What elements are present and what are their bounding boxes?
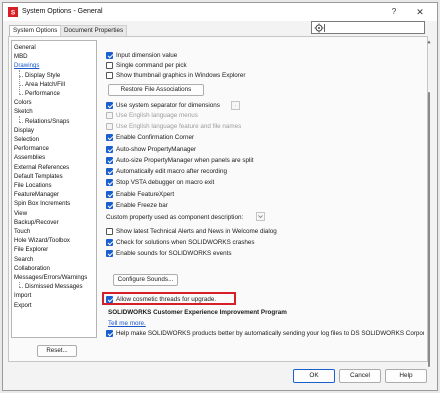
tree-item[interactable]: Spin Box Increments [14,199,70,208]
checkbox[interactable] [106,168,113,175]
checkbox[interactable] [106,102,113,109]
search-input[interactable] [327,23,422,32]
tree-item[interactable]: Relations/Snaps [25,117,69,126]
help-icon[interactable]: ? [387,6,401,18]
tree-item[interactable]: Display Style [25,71,60,80]
tree-item[interactable]: Selection [14,135,39,144]
checkbox[interactable] [106,157,113,164]
options-tree: General MBD Drawings Display Style Area Hatc… [11,40,97,338]
tree-connector [19,282,20,288]
checkbox[interactable] [106,191,113,198]
close-icon[interactable]: ✕ [413,6,427,18]
tree-item[interactable]: Collaboration [14,264,50,273]
reset-button[interactable]: Reset... [37,345,77,357]
help-button[interactable]: Help [385,369,427,383]
checkbox[interactable] [106,62,113,69]
ceip-heading: SOLIDWORKS Customer Experience Improveme… [108,309,287,316]
tree-item[interactable]: Drawings [14,61,39,70]
tree-connector [19,121,23,123]
tree-connector [19,116,20,122]
tree-connector [19,287,23,289]
checkbox[interactable] [106,72,113,79]
content-scrollbar[interactable] [427,40,431,367]
tab-system-options[interactable]: System Options [9,25,62,36]
tree-item[interactable]: Sketch [14,107,33,116]
tree-item[interactable]: Backup/Recover [14,218,59,227]
search-caret [324,24,325,32]
restore-file-associations-button[interactable]: Restore File Associations [108,84,204,96]
ok-button[interactable]: OK [293,369,335,383]
checkbox[interactable] [106,52,113,59]
tree-item[interactable]: Colors [14,98,32,107]
checkbox[interactable] [106,179,113,186]
tree-item[interactable]: General [14,43,36,52]
gear-icon[interactable] [314,23,324,33]
tree-item[interactable]: Area Hatch/Fill [25,80,65,89]
separator-input: . [231,101,240,110]
tree-item[interactable]: Performance [25,89,60,98]
tree-item[interactable]: Import [14,291,31,300]
tree-item[interactable]: Display [14,126,34,135]
checkbox[interactable] [106,134,113,141]
checkbox[interactable] [106,146,113,153]
tree-item[interactable]: External References [14,163,69,172]
tab-document-properties[interactable]: Document Properties [60,25,128,36]
custom-property-dropdown[interactable] [256,212,265,221]
svg-text:S: S [11,10,16,17]
checkbox[interactable] [106,330,113,337]
tree-item[interactable]: Dismissed Messages [25,282,83,291]
highlight-box [102,292,236,305]
tree-item[interactable]: View [14,209,27,218]
tree-item[interactable]: MBD [14,52,28,61]
scroll-up-arrow-icon[interactable] [427,40,431,44]
general-options-content: Input dimension value Single command per… [106,52,424,337]
scroll-thumb[interactable] [428,92,430,367]
tree-item[interactable]: Messages/Errors/Warnings [14,273,87,282]
tree-item[interactable]: Hole Wizard/Toolbox [14,236,70,245]
checkbox[interactable] [106,228,113,235]
tree-item[interactable]: Search [14,255,33,264]
tree-item[interactable]: FeatureManager [14,190,59,199]
checkbox[interactable] [106,239,113,246]
chevron-down-icon [258,215,263,219]
checkbox [106,123,113,130]
tree-item[interactable]: Default Templates [14,172,63,181]
tree-item[interactable]: Touch [14,227,30,236]
window-title: System Options - General [22,8,103,15]
search-box[interactable] [311,21,425,34]
cancel-button[interactable]: Cancel [339,369,381,383]
solidworks-logo-icon: S [8,7,18,17]
tree-connector [19,94,23,95]
tree-item[interactable]: File Locations [14,181,52,190]
tell-me-more-link[interactable]: Tell me more. [108,320,146,327]
tree-item[interactable]: Assemblies [14,153,45,162]
checkbox[interactable] [106,202,113,209]
tree-connector [19,70,20,94]
configure-sounds-button[interactable]: Configure Sounds... [113,274,178,286]
custom-property-label: Custom property used as component descri… [106,214,244,221]
tree-item[interactable]: Performance [14,144,49,153]
checkbox[interactable] [106,250,113,257]
checkbox [106,112,113,119]
tree-item[interactable]: Export [14,301,32,310]
tree-item[interactable]: File Explorer [14,245,48,254]
title-bar: S System Options - General ? ✕ [3,3,437,21]
